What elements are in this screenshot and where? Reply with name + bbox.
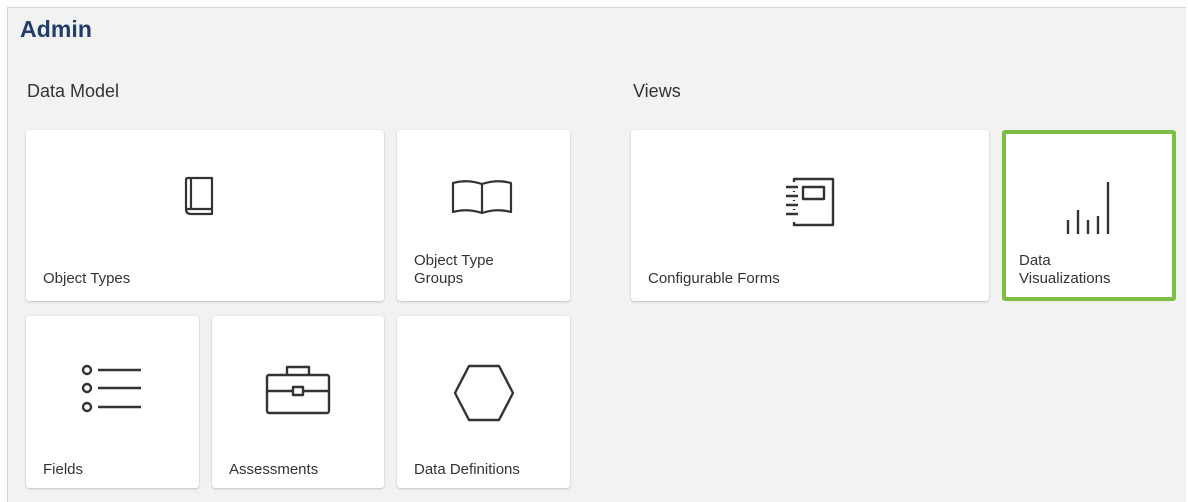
- tile-label: Object Type Groups: [414, 252, 494, 287]
- tile-configurable-forms[interactable]: Configurable Forms: [631, 130, 989, 301]
- briefcase-icon: [265, 365, 331, 415]
- tile-label: Data Definitions: [414, 461, 520, 478]
- open-book-icon: [451, 180, 513, 215]
- tile-data-definitions[interactable]: Data Definitions: [397, 316, 570, 488]
- tile-object-types[interactable]: Object Types: [26, 130, 384, 301]
- admin-page: Admin Data Model Object Types Object Typ…: [7, 7, 1186, 502]
- section-label-data-model: Data Model: [27, 81, 120, 101]
- tile-assessments[interactable]: Assessments: [212, 316, 384, 488]
- tile-data-visualizations[interactable]: Data Visualizations: [1002, 130, 1176, 301]
- bar-chart-icon: [1066, 182, 1110, 234]
- tile-label: Data Visualizations: [1019, 252, 1111, 287]
- notebook-icon: [786, 177, 835, 227]
- page-title: Admin: [20, 16, 93, 42]
- book-icon: [184, 176, 214, 216]
- hexagon-icon: [453, 364, 515, 422]
- list-icon: [81, 364, 141, 413]
- tile-fields[interactable]: Fields: [26, 316, 199, 488]
- tile-label: Configurable Forms: [648, 270, 780, 287]
- tile-label: Fields: [43, 461, 84, 478]
- section-label-views: Views: [633, 81, 681, 101]
- tile-label: Assessments: [229, 461, 319, 478]
- tile-object-type-groups[interactable]: Object Type Groups: [397, 130, 570, 301]
- tile-label: Object Types: [43, 270, 131, 287]
